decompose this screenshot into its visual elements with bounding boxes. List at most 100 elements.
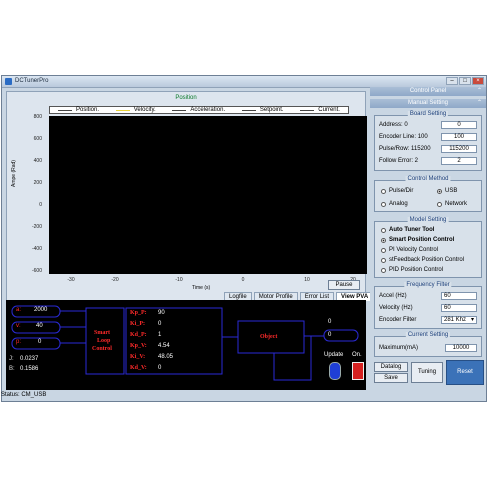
group-title: Control Method xyxy=(405,176,451,182)
gain-value[interactable]: 1 xyxy=(158,332,161,338)
x-tick: 0 xyxy=(241,277,245,283)
window-title: DCTunerPro xyxy=(15,78,49,84)
y-tick: -400 xyxy=(31,246,42,252)
output-top-value: 0 xyxy=(328,319,332,325)
radio-auto-tuner[interactable]: Auto Tuner Tool xyxy=(381,227,434,233)
legend-swatch xyxy=(115,109,130,111)
reset-button[interactable]: Reset xyxy=(446,360,484,385)
inertia-value: 0.0237 xyxy=(20,356,39,362)
input-velocity-value[interactable]: 40 xyxy=(36,323,43,329)
gain-value[interactable]: 0 xyxy=(158,321,161,327)
pulse-row-label: Pulse/Row: 115200 xyxy=(379,146,431,152)
tuning-button[interactable]: Tuning xyxy=(411,362,443,383)
board-setting-group: Board Setting Address: 0 0 Encoder Line:… xyxy=(374,111,482,171)
chevron-up-icon: ⌃ xyxy=(476,100,482,106)
maximize-button[interactable]: □ xyxy=(459,77,471,85)
gain-label: Kd_V: xyxy=(130,365,147,371)
gain-label: Ki_V: xyxy=(130,354,146,360)
radio-smart-position[interactable]: Smart Position Control xyxy=(381,237,454,243)
on-label: On. xyxy=(352,352,362,358)
radio-pi-velocity[interactable]: PI Velocity Control xyxy=(381,247,438,253)
radio-feedback-position[interactable]: stFeedback Position Control xyxy=(381,257,464,263)
legend-item-position: Position. xyxy=(58,107,99,113)
control-method-group: Control Method Pulse/Dir USB Analog Netw… xyxy=(374,176,482,212)
chevron-up-icon: ⌃ xyxy=(476,88,482,94)
control-diagram: a: 2000 v: 40 p: 0 J: 0.0237 B: 0.1586 S… xyxy=(6,300,366,390)
group-title: Frequency Filter xyxy=(404,282,452,288)
plot-legend: Position. Velocity. Acceleration. Setpoi… xyxy=(49,106,349,114)
frequency-filter-group: Frequency Filter Accel (Hz) 60 Velocity … xyxy=(374,282,482,329)
velocity-hz-field[interactable]: 60 xyxy=(441,304,477,312)
save-button[interactable]: Save xyxy=(374,373,408,383)
group-title: Current Setting xyxy=(405,332,451,338)
radio-icon xyxy=(381,188,386,194)
damping-label: B: xyxy=(9,366,15,372)
y-axis-title: Ampe (Rad) xyxy=(11,160,17,187)
gain-value[interactable]: 48.05 xyxy=(158,354,173,360)
datalog-button[interactable]: Datalog xyxy=(374,362,408,372)
update-indicator[interactable] xyxy=(329,362,341,380)
diagram-wiring xyxy=(11,305,359,381)
gain-label: Ki_P: xyxy=(130,321,145,327)
accel-hz-field[interactable]: 60 xyxy=(441,292,477,300)
model-setting-group: Model Setting Auto Tuner Tool Smart Posi… xyxy=(374,217,482,278)
chevron-down-icon: ▾ xyxy=(470,317,474,323)
y-tick: 600 xyxy=(33,136,42,142)
accel-hz-label: Accel (Hz) xyxy=(379,293,407,299)
encoder-filter-select[interactable]: 281 Khz ▾ xyxy=(441,316,477,324)
address-field[interactable]: 0 xyxy=(441,121,477,129)
app-window: DCTunerPro – □ × Position Position. Velo… xyxy=(1,75,487,402)
radio-icon xyxy=(381,227,386,233)
app-icon xyxy=(5,78,12,85)
input-position-value[interactable]: 0 xyxy=(38,339,41,345)
legend-item-acceleration: Acceleration. xyxy=(172,107,225,113)
y-tick: -200 xyxy=(31,224,42,230)
max-current-field[interactable]: 10000 xyxy=(445,344,477,352)
legend-swatch xyxy=(172,109,187,111)
gain-value[interactable]: 90 xyxy=(158,310,165,316)
radio-icon xyxy=(437,201,442,207)
follow-error-field[interactable]: 2 xyxy=(441,157,477,165)
radio-icon xyxy=(437,188,442,194)
y-tick: -600 xyxy=(31,268,42,274)
controller-label-1: Smart xyxy=(94,330,110,336)
gain-value[interactable]: 4.54 xyxy=(158,343,170,349)
legend-swatch xyxy=(241,109,256,111)
encoder-line-field[interactable]: 100 xyxy=(441,133,477,141)
max-current-label: Maximum(mA) xyxy=(379,345,418,351)
radio-pulse-dir[interactable]: Pulse/Dir xyxy=(381,188,413,194)
gain-value[interactable]: 0 xyxy=(158,365,161,371)
current-setting-group: Current Setting Maximum(mA) 10000 xyxy=(374,332,482,357)
input-accel-value[interactable]: 2000 xyxy=(34,307,47,313)
close-button[interactable]: × xyxy=(472,77,484,85)
controller-label-2: Loop xyxy=(97,338,111,344)
x-tick: -30 xyxy=(67,277,75,283)
radio-icon xyxy=(381,267,386,273)
status-bar: Status: CM_USB xyxy=(1,392,47,398)
x-axis-title: Time (s) xyxy=(192,285,211,291)
y-tick: 400 xyxy=(33,158,42,164)
plot-canvas[interactable] xyxy=(49,116,367,274)
inertia-label: J: xyxy=(9,356,14,362)
follow-error-label: Follow Error: 2 xyxy=(379,158,419,164)
group-title: Model Setting xyxy=(407,217,449,223)
legend-item-velocity: Velocity. xyxy=(115,107,156,113)
object-label: Object xyxy=(260,334,278,340)
on-toggle[interactable] xyxy=(352,362,364,380)
radio-analog[interactable]: Analog xyxy=(381,201,408,207)
manual-setting-header[interactable]: Manual Setting ⌃ xyxy=(370,99,486,108)
radio-network[interactable]: Network xyxy=(437,201,467,207)
gain-label: Kp_P: xyxy=(130,310,147,316)
controller-label-3: Control xyxy=(92,346,112,352)
gain-label: Kp_V: xyxy=(130,343,147,349)
control-panel-header[interactable]: Control Panel ⌃ xyxy=(370,87,486,96)
radio-pid-position[interactable]: PID Position Control xyxy=(381,267,443,273)
pulse-row-field[interactable]: 115200 xyxy=(441,145,477,153)
update-label: Update xyxy=(324,352,344,358)
pause-button[interactable]: Pause xyxy=(328,280,360,290)
radio-usb[interactable]: USB xyxy=(437,188,457,194)
x-tick: 10 xyxy=(304,277,310,283)
input-position-label: p: xyxy=(16,339,22,345)
minimize-button[interactable]: – xyxy=(446,77,458,85)
input-velocity-label: v: xyxy=(16,323,21,329)
